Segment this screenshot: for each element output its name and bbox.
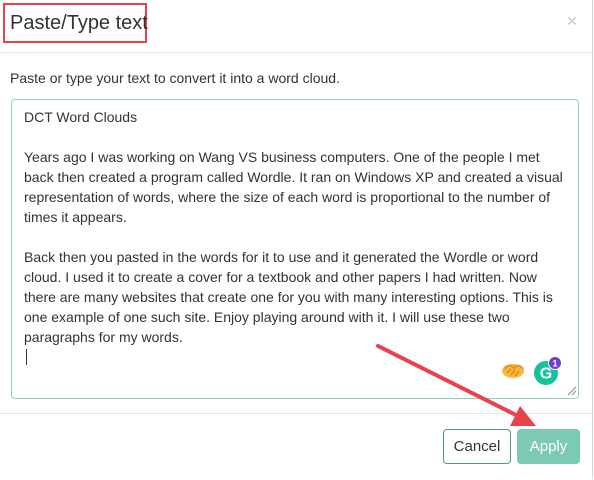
instruction-text: Paste or type your text to convert it in… [10,70,340,86]
apply-button[interactable]: Apply [517,429,580,464]
cancel-button[interactable]: Cancel [443,429,511,464]
text-paragraph-1: Years ago I was working on Wang VS busin… [24,149,563,225]
grammarly-badge-count: 1 [552,359,557,369]
paste-text-dialog: Paste/Type text × Paste or type your tex… [0,0,593,479]
text-paragraph-2: Back then you pasted in the words for it… [24,249,553,345]
grammarly-icon[interactable]: G 1 [533,356,563,386]
resize-handle-icon[interactable] [567,386,577,396]
dialog-title: Paste/Type text [10,12,148,34]
text-caret [26,349,27,365]
dialog-header: Paste/Type text × [0,0,592,53]
hands-emoji-icon[interactable] [500,359,526,381]
text-line-title: DCT Word Clouds [24,109,138,125]
text-input-area[interactable]: DCT Word Clouds Years ago I was working … [11,99,579,399]
close-icon[interactable]: × [564,11,580,31]
dialog-footer: Cancel Apply [0,413,592,480]
textarea-content[interactable]: DCT Word Clouds Years ago I was working … [24,107,572,347]
